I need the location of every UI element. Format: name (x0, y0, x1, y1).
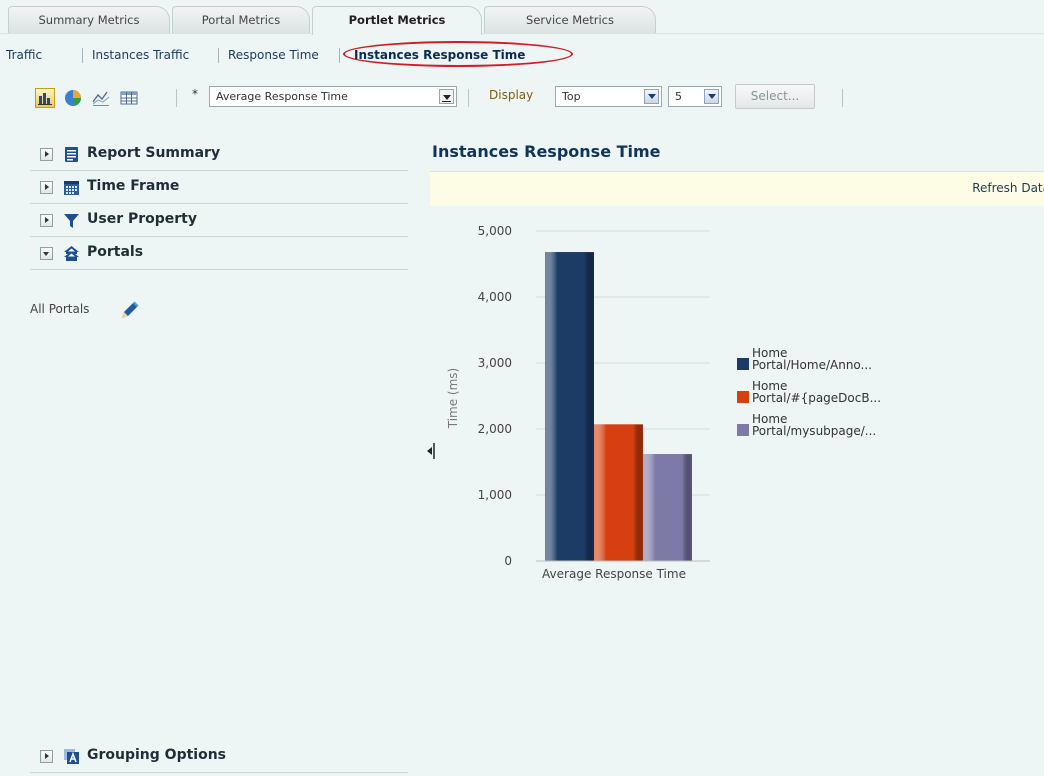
highlight-oval (343, 41, 573, 67)
subnav-instances-traffic[interactable]: Instances Traffic (92, 44, 189, 66)
y-axis-label: Time (ms) (446, 368, 460, 430)
dropdown-arrow-icon[interactable] (439, 89, 454, 104)
expand-icon[interactable] (40, 181, 53, 194)
metric-select-value: Average Response Time (216, 90, 348, 103)
y-tick-label: 4,000 (478, 290, 512, 304)
filter-icon (64, 214, 79, 228)
section-grouping-options[interactable]: Grouping Options (30, 740, 408, 773)
pencil-icon[interactable] (117, 299, 141, 323)
section-title: Report Summary (87, 145, 221, 161)
legend-label: Home Portal/Home/Anno... (752, 346, 872, 372)
section-report-summary[interactable]: Report Summary (30, 138, 408, 171)
chevron-down-icon[interactable] (644, 89, 659, 104)
bar-shading (545, 252, 594, 561)
report-toolbar: * Average Response Time Display Top 5 Se… (0, 84, 1044, 114)
display-label: Display (489, 88, 534, 102)
y-tick-label: 5,000 (478, 224, 512, 238)
tab-portal-metrics[interactable]: Portal Metrics (172, 6, 310, 34)
required-marker: * (192, 87, 198, 101)
expand-icon[interactable] (40, 750, 53, 763)
metric-select[interactable]: Average Response Time (209, 86, 457, 107)
calendar-icon (64, 181, 79, 195)
refresh-bar: Refresh Data (430, 171, 1044, 206)
report-icon (65, 147, 78, 162)
legend-swatch (737, 358, 749, 370)
collapse-icon[interactable] (40, 247, 53, 260)
refresh-data-link[interactable]: Refresh Data (972, 181, 1044, 195)
grouping-icon (64, 749, 79, 764)
display-select[interactable]: Top (555, 86, 662, 107)
section-title: Portals (87, 244, 144, 260)
chart-y-axis: 0 1,000 2,000 3,000 4,000 5,000 (478, 224, 512, 568)
chart-legend: Home Portal/Home/Anno... Home Portal/#{page… (737, 346, 881, 438)
line-chart-icon[interactable] (91, 88, 111, 108)
tab-portlet-metrics[interactable]: Portlet Metrics (312, 6, 482, 35)
legend-label: Home Portal/mysubpage/... (752, 412, 876, 438)
subnav-response-time[interactable]: Response Time (228, 44, 319, 66)
legend-swatch (737, 391, 749, 403)
display-select-value: Top (562, 90, 581, 103)
tab-strip: Summary Metrics Portal Metrics Portlet M… (0, 0, 1044, 35)
tab-service-metrics[interactable]: Service Metrics (484, 6, 656, 34)
expand-icon[interactable] (40, 148, 53, 161)
portals-icon (64, 246, 79, 261)
y-tick-label: 3,000 (478, 356, 512, 370)
section-portals[interactable]: Portals (30, 237, 408, 270)
bar-shading (643, 454, 692, 561)
legend-label: Home Portal/#{pageDocB... (752, 379, 881, 405)
response-time-chart: 0 1,000 2,000 3,000 4,000 5,000 Time (ms) Ave… (446, 224, 881, 581)
legend-swatch (737, 424, 749, 436)
tab-summary-metrics[interactable]: Summary Metrics (8, 6, 170, 34)
y-tick-label: 1,000 (478, 488, 512, 502)
table-icon[interactable] (119, 88, 139, 108)
y-tick-label: 0 (504, 554, 512, 568)
x-axis-category-label: Average Response Time (542, 567, 686, 581)
y-tick-label: 2,000 (478, 422, 512, 436)
section-user-property[interactable]: User Property (30, 204, 408, 237)
report-title: Instances Response Time (432, 142, 661, 161)
select-button[interactable]: Select... (735, 84, 815, 109)
chevron-down-icon[interactable] (704, 89, 719, 104)
section-title: Time Frame (87, 178, 180, 194)
section-time-frame[interactable]: Time Frame (30, 171, 408, 204)
portals-value: All Portals (30, 302, 90, 316)
expand-icon[interactable] (40, 214, 53, 227)
section-title: Grouping Options (87, 747, 226, 763)
bar-shading (594, 424, 643, 561)
chart-bars (545, 252, 692, 561)
pie-chart-icon[interactable] (63, 88, 83, 108)
count-select[interactable]: 5 (668, 86, 722, 107)
section-title: User Property (87, 211, 197, 227)
subnav-traffic[interactable]: Traffic (6, 44, 42, 66)
count-select-value: 5 (675, 90, 682, 103)
bar-chart-icon[interactable] (35, 88, 55, 108)
